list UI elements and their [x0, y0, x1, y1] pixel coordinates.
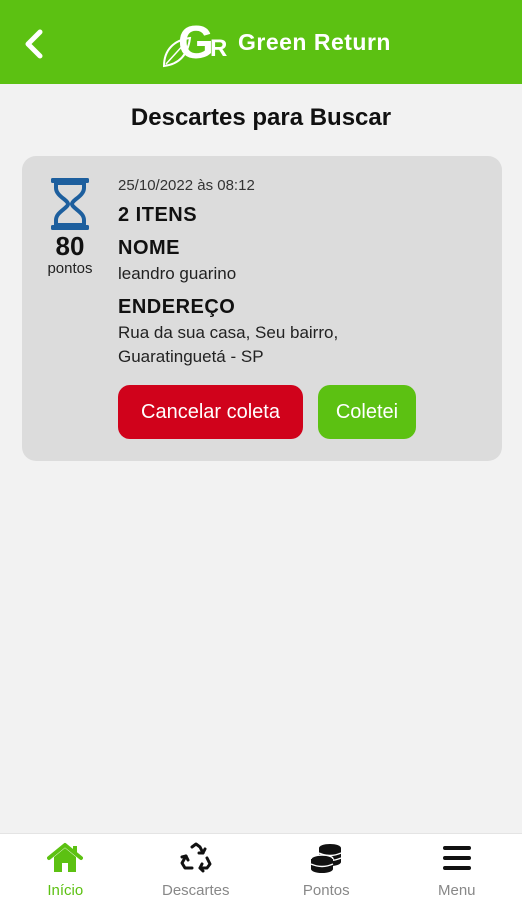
name-value: leandro guarino [118, 262, 488, 286]
tab-label-menu: Menu [438, 882, 476, 899]
address-label: ENDEREÇO [118, 296, 488, 319]
points-label: pontos [34, 260, 106, 278]
bottom-tab-bar: Início Descartes [0, 833, 522, 901]
menu-icon [442, 843, 472, 873]
tab-pontos[interactable]: Pontos [261, 834, 392, 901]
page-title: Descartes para Buscar [0, 104, 522, 132]
pickup-date: 25/10/2022 às 08:12 [118, 176, 488, 196]
card-actions: Cancelar coleta Coletei [118, 385, 416, 439]
tab-menu[interactable]: Menu [392, 834, 522, 901]
home-icon [47, 842, 83, 874]
name-label: NOME [118, 237, 488, 260]
back-button[interactable] [14, 24, 54, 64]
tab-descartes[interactable]: Descartes [131, 834, 262, 901]
items-count: 2 ITENS [118, 204, 488, 227]
app-logo: G R Green Return [160, 14, 391, 70]
app-name: Green Return [238, 29, 391, 56]
leaf-logo-icon: G R [160, 14, 236, 70]
app-header: G R Green Return [0, 0, 522, 84]
pickup-details: 25/10/2022 às 08:12 2 ITENS NOME leandro… [118, 176, 488, 369]
pickup-card: 80 pontos 25/10/2022 às 08:12 2 ITENS NO… [22, 156, 502, 461]
hourglass-icon [48, 176, 92, 232]
svg-text:R: R [210, 35, 227, 62]
coins-icon [309, 842, 343, 874]
cancel-pickup-button[interactable]: Cancelar coleta [118, 385, 303, 439]
address-line-2: Guaratinguetá - SP [118, 345, 488, 369]
chevron-left-icon [22, 28, 46, 60]
points-column: 80 pontos [34, 176, 106, 278]
recycle-icon [179, 842, 213, 874]
tab-inicio[interactable]: Início [0, 834, 131, 901]
address-line-1: Rua da sua casa, Seu bairro, [118, 321, 488, 345]
tab-label-pontos: Pontos [303, 882, 350, 899]
svg-text:G: G [178, 16, 214, 68]
collected-button[interactable]: Coletei [318, 385, 416, 439]
tab-label-inicio: Início [47, 882, 83, 899]
tab-label-descartes: Descartes [162, 882, 230, 899]
points-value: 80 [34, 232, 106, 260]
